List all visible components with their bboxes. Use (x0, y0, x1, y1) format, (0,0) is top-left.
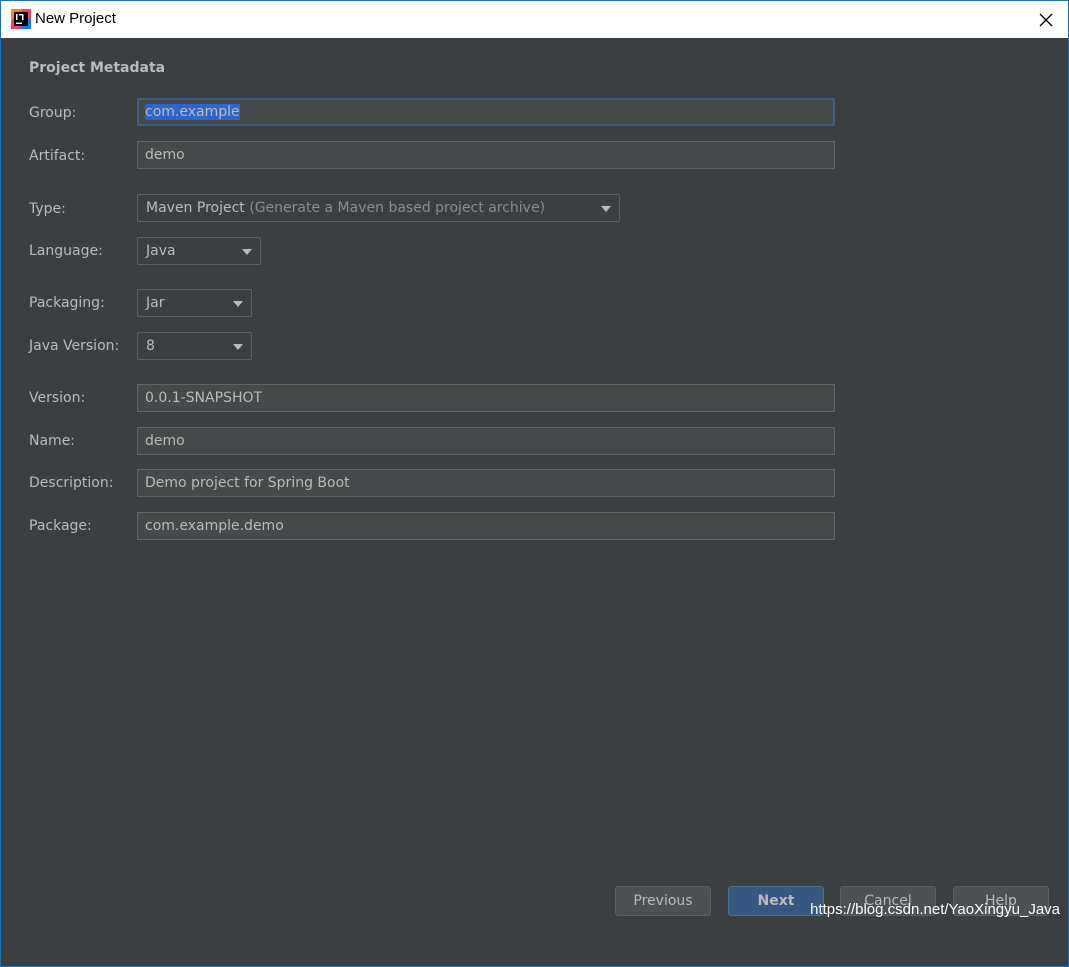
java-version-label: Java Version: (29, 338, 120, 354)
chevron-down-icon (601, 206, 611, 212)
packaging-label: Packaging: (29, 295, 105, 311)
chevron-down-icon (233, 301, 243, 307)
group-field[interactable]: com.example (137, 98, 835, 126)
language-dropdown[interactable]: Java (137, 237, 261, 265)
group-label: Group: (29, 105, 77, 121)
java-version-dropdown[interactable]: 8 (137, 332, 252, 360)
version-field[interactable]: 0.0.1-SNAPSHOT (137, 384, 835, 412)
type-label: Type: (29, 201, 66, 217)
package-field[interactable]: com.example.demo (137, 512, 835, 540)
packaging-dropdown[interactable]: Jar (137, 289, 252, 317)
section-title: Project Metadata (29, 60, 166, 76)
intellij-idea-icon (11, 9, 31, 29)
artifact-field[interactable]: demo (137, 141, 835, 169)
name-field[interactable]: demo (137, 427, 835, 455)
description-label: Description: (29, 475, 114, 491)
new-project-dialog: New Project Project Metadata Group: com.… (0, 0, 1069, 967)
chevron-down-icon (233, 344, 243, 350)
dialog-content: Project Metadata Group: com.example Arti… (1, 38, 1068, 966)
type-dropdown[interactable]: Maven Project (Generate a Maven based pr… (137, 194, 620, 222)
version-label: Version: (29, 390, 86, 406)
window-title: New Project (35, 10, 116, 27)
watermark-text: https://blog.csdn.net/YaoXingyu_Java (810, 901, 1060, 918)
artifact-label: Artifact: (29, 148, 86, 164)
chevron-down-icon (242, 249, 252, 255)
name-label: Name: (29, 433, 76, 449)
packaging-value: Jar (146, 295, 165, 311)
close-icon (1039, 13, 1053, 26)
type-value: Maven Project (146, 200, 245, 216)
description-field[interactable]: Demo project for Spring Boot (137, 469, 835, 497)
package-label: Package: (29, 518, 92, 534)
language-label: Language: (29, 243, 103, 259)
close-button[interactable] (1024, 1, 1068, 38)
language-value: Java (146, 243, 176, 259)
title-bar: New Project (1, 1, 1068, 38)
previous-button[interactable]: Previous (615, 886, 711, 916)
java-version-value: 8 (146, 338, 155, 354)
group-value: com.example (145, 104, 240, 120)
type-hint: (Generate a Maven based project archive) (249, 200, 546, 216)
